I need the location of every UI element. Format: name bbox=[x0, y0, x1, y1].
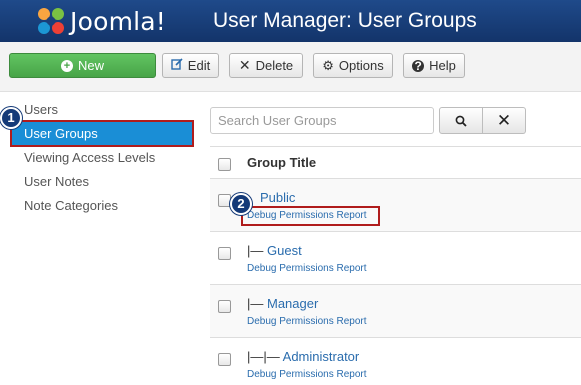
search-icon bbox=[455, 115, 467, 127]
app-header: Joomla! User Manager: User Groups bbox=[0, 0, 581, 42]
group-name: Public bbox=[260, 190, 296, 205]
sidebar-item-user-notes[interactable]: User Notes bbox=[24, 174, 89, 189]
divider bbox=[210, 146, 581, 147]
edit-icon bbox=[171, 58, 183, 73]
joomla-logo-icon bbox=[38, 8, 64, 34]
group-name: Manager bbox=[267, 296, 319, 311]
plus-circle-icon: + bbox=[60, 59, 73, 72]
search-button[interactable] bbox=[439, 107, 483, 134]
row-checkbox[interactable] bbox=[218, 300, 231, 313]
highlight-box bbox=[241, 206, 380, 226]
indent-prefix: |—|— bbox=[247, 349, 283, 364]
row-checkbox[interactable] bbox=[218, 353, 231, 366]
page-title: User Manager: User Groups bbox=[213, 9, 477, 32]
joomla-logo[interactable]: Joomla! bbox=[34, 4, 166, 38]
sidebar-item-users[interactable]: Users bbox=[24, 102, 58, 117]
toolbar: + New Edit ✕ Delete ⚙ Options ? Help bbox=[0, 42, 581, 92]
callout-marker-2: 2 bbox=[230, 193, 252, 215]
sidebar-item-viewing-access-levels[interactable]: Viewing Access Levels bbox=[24, 150, 155, 165]
row-checkbox[interactable] bbox=[218, 194, 231, 207]
options-button-label: Options bbox=[338, 58, 384, 73]
edit-button[interactable]: Edit bbox=[162, 53, 219, 78]
group-name: Administrator bbox=[282, 349, 360, 364]
group-link[interactable]: |— Guest bbox=[247, 243, 302, 258]
divider bbox=[210, 337, 581, 338]
indent-prefix: |— bbox=[247, 296, 267, 311]
group-link[interactable]: Public bbox=[260, 190, 295, 205]
delete-button-label: Delete bbox=[255, 58, 294, 73]
group-name: Guest bbox=[267, 243, 302, 258]
callout-marker-1: 1 bbox=[0, 107, 22, 129]
row-checkbox[interactable] bbox=[218, 247, 231, 260]
options-button[interactable]: ⚙ Options bbox=[313, 53, 393, 78]
question-circle-icon: ? bbox=[412, 59, 425, 72]
table-row bbox=[210, 285, 581, 337]
debug-permissions-link[interactable]: Debug Permissions Report bbox=[247, 263, 367, 274]
group-link[interactable]: |— Manager bbox=[247, 296, 318, 311]
debug-permissions-link[interactable]: Debug Permissions Report bbox=[247, 369, 367, 380]
indent-prefix: |— bbox=[247, 243, 267, 258]
clear-x-icon: ✕ bbox=[496, 110, 512, 130]
gear-icon: ⚙ bbox=[322, 57, 334, 73]
select-all-checkbox[interactable] bbox=[218, 158, 231, 171]
column-header-group-title[interactable]: Group Title bbox=[247, 155, 316, 170]
debug-permissions-link[interactable]: Debug Permissions Report bbox=[247, 316, 367, 327]
new-button[interactable]: + New bbox=[9, 53, 156, 78]
divider bbox=[210, 231, 581, 232]
help-button[interactable]: ? Help bbox=[403, 53, 465, 78]
edit-button-label: Edit bbox=[187, 58, 211, 73]
delete-x-icon: ✕ bbox=[238, 57, 251, 73]
help-button-label: Help bbox=[429, 58, 456, 73]
sidebar-item-user-groups[interactable]: User Groups bbox=[10, 120, 194, 147]
sidebar-item-label: User Groups bbox=[24, 126, 98, 141]
logo-text: Joomla! bbox=[70, 6, 167, 36]
search-input[interactable] bbox=[210, 107, 434, 134]
sidebar-item-note-categories[interactable]: Note Categories bbox=[24, 198, 118, 213]
delete-button[interactable]: ✕ Delete bbox=[229, 53, 303, 78]
clear-search-button[interactable]: ✕ bbox=[483, 107, 526, 134]
group-link[interactable]: |—|— Administrator bbox=[247, 349, 359, 364]
new-button-label: New bbox=[77, 58, 104, 73]
